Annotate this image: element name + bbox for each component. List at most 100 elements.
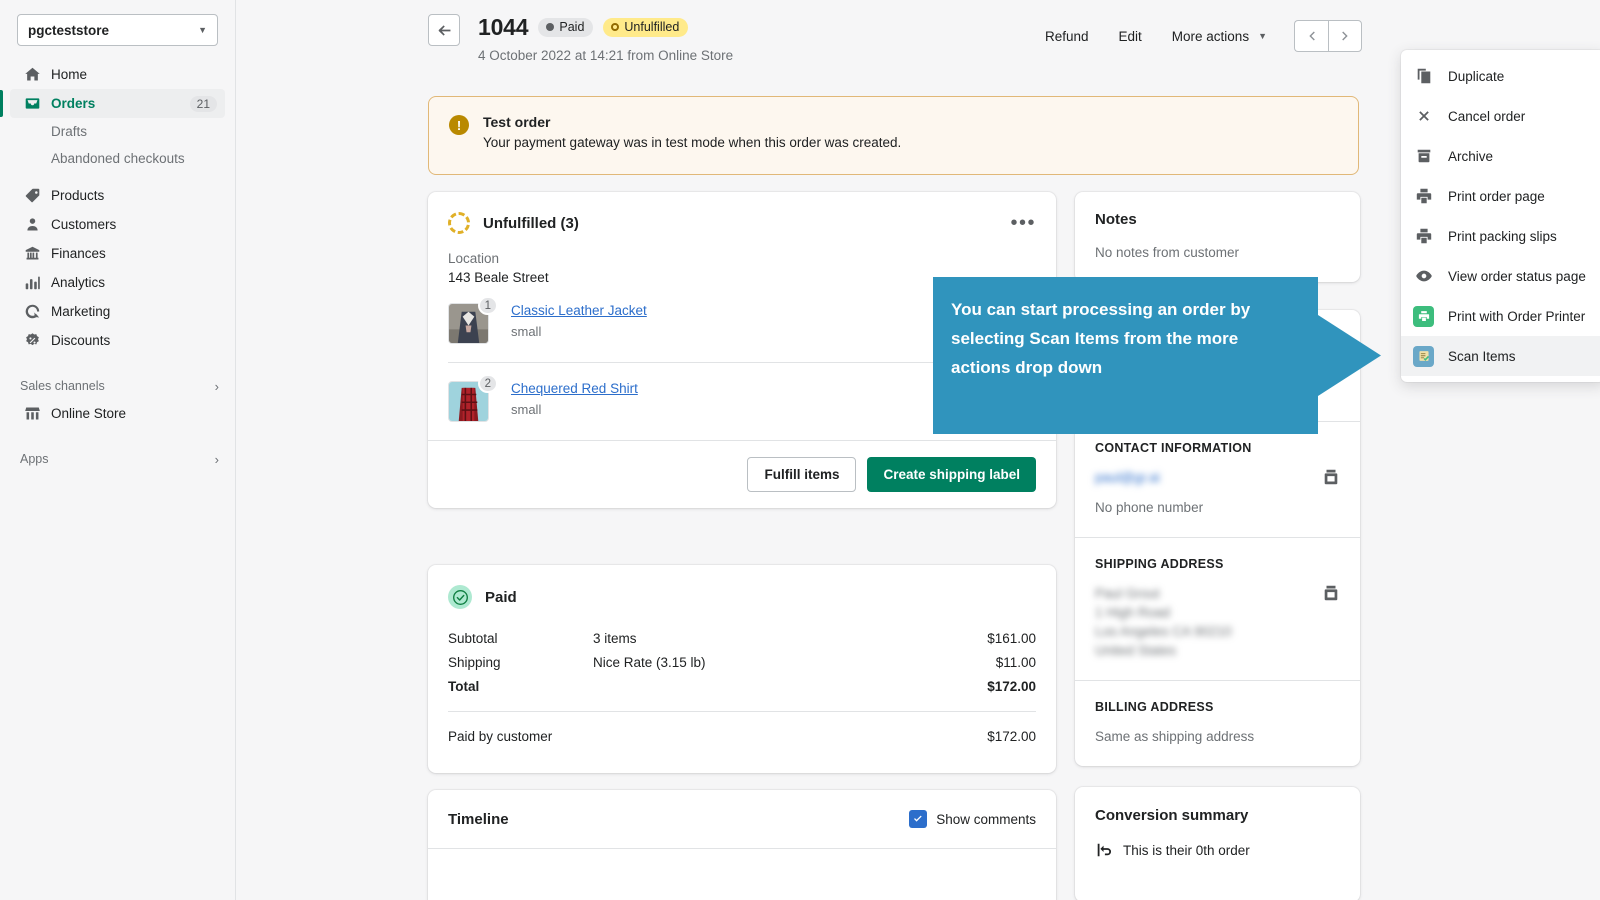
- sidebar-item-orders[interactable]: Orders 21: [10, 89, 225, 118]
- sidebar-item-marketing[interactable]: Marketing: [10, 297, 225, 326]
- menu-item-label: Archive: [1448, 149, 1493, 164]
- store-name: pgcteststore: [28, 23, 109, 38]
- conversion-summary-title: Conversion summary: [1095, 807, 1340, 824]
- line-item-variant: small: [511, 402, 638, 417]
- totals-row-paid-by-customer: Paid by customer $172.00: [448, 729, 1036, 744]
- sidebar-item-label: Marketing: [51, 304, 110, 319]
- previous-order-button[interactable]: [1294, 20, 1328, 52]
- line-item-name[interactable]: Classic Leather Jacket: [511, 303, 647, 318]
- contact-information-heading: CONTACT INFORMATION: [1095, 441, 1340, 455]
- nav-spacer: [0, 428, 235, 437]
- sidebar-section-apps[interactable]: Apps ›: [10, 446, 225, 472]
- menu-item-label: View order status page: [1448, 269, 1586, 284]
- copy-icon[interactable]: [1322, 584, 1340, 602]
- sidebar-item-online-store[interactable]: Online Store: [10, 399, 225, 428]
- tag-icon: [22, 186, 42, 206]
- back-button[interactable]: [428, 14, 460, 46]
- customer-email[interactable]: paul@gr.ai: [1095, 468, 1322, 487]
- sidebar-item-customers[interactable]: Customers: [10, 210, 225, 239]
- line-item-name[interactable]: Chequered Red Shirt: [511, 381, 638, 396]
- menu-item-label: Duplicate: [1448, 69, 1504, 84]
- sidebar-section-sales-channels[interactable]: Sales channels ›: [10, 373, 225, 399]
- archive-icon: [1413, 146, 1434, 167]
- sidebar-item-label: Online Store: [51, 406, 126, 421]
- timeline-card: Timeline Show comments: [428, 790, 1056, 900]
- sidebar-item-label: Analytics: [51, 275, 105, 290]
- create-shipping-label-button[interactable]: Create shipping label: [867, 457, 1036, 492]
- shipping-line: 1 High Road: [1095, 603, 1322, 622]
- sidebar-item-label: Home: [51, 67, 87, 82]
- contact-row: paul@gr.ai No phone number: [1095, 468, 1340, 517]
- notes-card: Notes No notes from customer: [1075, 192, 1360, 282]
- menu-item-print-order-page[interactable]: Print order page: [1401, 176, 1600, 216]
- sidebar-item-finances[interactable]: Finances: [10, 239, 225, 268]
- contact-details: paul@gr.ai No phone number: [1095, 468, 1322, 517]
- close-icon: [1413, 106, 1434, 127]
- more-actions-button[interactable]: More actions ▼: [1157, 23, 1282, 50]
- sidebar-item-label: Drafts: [51, 124, 87, 139]
- shipping-address-lines: Paul Grout 1 High Road Los Angeles CA 90…: [1095, 584, 1322, 660]
- app-printer-icon: [1413, 306, 1434, 327]
- order-subtitle: 4 October 2022 at 14:21 from Online Stor…: [478, 48, 733, 63]
- totals-label: Total: [448, 679, 593, 694]
- shipping-line: Paul Grout: [1095, 584, 1322, 603]
- unfulfilled-title: Unfulfilled (3): [483, 215, 579, 232]
- sidebar-item-analytics[interactable]: Analytics: [10, 268, 225, 297]
- next-order-button[interactable]: [1328, 20, 1362, 52]
- ellipsis-icon[interactable]: •••: [1010, 217, 1036, 229]
- unfulfilled-ring-icon: [448, 212, 470, 234]
- refund-button[interactable]: Refund: [1030, 23, 1104, 50]
- checkbox-checked-icon[interactable]: [909, 810, 927, 828]
- show-comments-toggle[interactable]: Show comments: [909, 810, 1036, 828]
- sidebar-item-products[interactable]: Products: [10, 181, 225, 210]
- page-header: 1044 Paid Unfulfilled 4 October 2022 at …: [428, 14, 733, 63]
- chevron-right-icon: ›: [215, 379, 219, 394]
- totals-label: Subtotal: [448, 631, 593, 646]
- timeline-header: Timeline Show comments: [448, 810, 1036, 828]
- fulfill-items-button[interactable]: Fulfill items: [747, 457, 856, 492]
- sidebar-item-abandoned-checkouts[interactable]: Abandoned checkouts: [10, 145, 225, 172]
- totals-detail: [593, 729, 987, 744]
- menu-item-view-order-status-page[interactable]: View order status page: [1401, 256, 1600, 296]
- totals-amount: $172.00: [987, 679, 1036, 694]
- contact-information-section: CONTACT INFORMATION paul@gr.ai No phone …: [1075, 421, 1360, 537]
- edit-button[interactable]: Edit: [1104, 23, 1157, 50]
- menu-item-duplicate[interactable]: Duplicate: [1401, 56, 1600, 96]
- totals-row-shipping: Shipping Nice Rate (3.15 lb) $11.00: [448, 655, 1036, 670]
- discount-icon: [22, 331, 42, 351]
- copy-icon[interactable]: [1322, 468, 1340, 486]
- menu-item-print-with-order-printer[interactable]: Print with Order Printer: [1401, 296, 1600, 336]
- totals-amount: $172.00: [987, 729, 1036, 744]
- billing-address-text: Same as shipping address: [1095, 727, 1340, 746]
- notes-empty-text: No notes from customer: [1095, 245, 1340, 260]
- menu-item-scan-items[interactable]: Scan Items: [1401, 336, 1600, 376]
- menu-item-label: Print packing slips: [1448, 229, 1557, 244]
- totals-row-subtotal: Subtotal 3 items $161.00: [448, 631, 1036, 646]
- menu-item-archive[interactable]: Archive: [1401, 136, 1600, 176]
- customer-phone: No phone number: [1095, 498, 1322, 517]
- nav-spacer: [0, 364, 235, 373]
- pagination: [1294, 20, 1362, 52]
- sidebar-item-label: Products: [51, 188, 104, 203]
- store-switcher[interactable]: pgcteststore ▼: [17, 14, 218, 46]
- paid-card-header: Paid: [448, 585, 1036, 609]
- menu-item-cancel-order[interactable]: Cancel order: [1401, 96, 1600, 136]
- totals-amount: $161.00: [987, 631, 1036, 646]
- title-row: 1044 Paid Unfulfilled: [478, 14, 733, 41]
- check-circle-icon: [448, 585, 472, 609]
- page-title: 1044: [478, 14, 528, 41]
- duplicate-icon: [1413, 66, 1434, 87]
- chevron-down-icon: ▼: [1258, 31, 1267, 41]
- callout-text: You can start processing an order by sel…: [951, 295, 1291, 382]
- billing-address-section: BILLING ADDRESS Same as shipping address: [1075, 680, 1360, 766]
- ring-icon: [611, 23, 619, 31]
- sidebar-item-discounts[interactable]: Discounts: [10, 326, 225, 355]
- sidebar-item-drafts[interactable]: Drafts: [10, 118, 225, 145]
- totals-detail: 3 items: [593, 631, 987, 646]
- menu-item-print-packing-slips[interactable]: Print packing slips: [1401, 216, 1600, 256]
- sidebar-item-home[interactable]: Home: [10, 60, 225, 89]
- line-item-quantity: 1: [478, 296, 498, 315]
- timeline-title: Timeline: [448, 811, 509, 828]
- location-label: Location: [448, 251, 1036, 266]
- paid-title: Paid: [485, 589, 517, 606]
